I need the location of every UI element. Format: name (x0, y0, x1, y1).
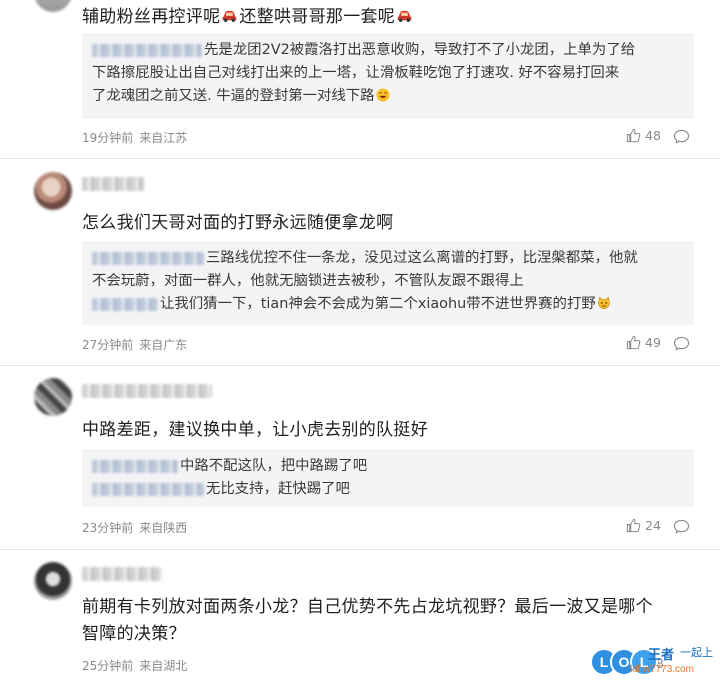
watermark-brand: 王者 (648, 647, 675, 662)
like-button[interactable]: 24 (626, 518, 661, 533)
reply-line: 无比支持，赶快踢了吧 (92, 478, 684, 501)
reply-username[interactable] (92, 482, 204, 496)
avatar[interactable] (34, 172, 72, 210)
reply-line: 了龙魂团之前又送. 牛逼的登封第一对线下路 (92, 85, 684, 108)
reply-line: 先是龙团2V2被霞洛打出恶意收购，导致打不了小龙团，上单为了给 (92, 39, 684, 62)
username[interactable] (82, 384, 212, 398)
reply-line: 不会玩蔚，对面一群人，他就无脑锁进去被秒，不管队友跟不跟得上 (92, 273, 524, 289)
reply-line: 下路擦屁股让出自己对线打出来的上一塔，让滑板鞋吃饱了打速攻. 好不容易打回来 (92, 65, 620, 81)
reply-box[interactable]: 中路不配这队，把中路踢了吧 无比支持，赶快踢了吧 (82, 449, 694, 507)
comment-text: 中路差距，建议换中单，让小虎去别的队挺好 (82, 420, 428, 440)
reply-line: 三路线优控不住一条龙，没见过这么离谱的打野，比涅槃都菜，他就 (92, 247, 684, 270)
avatar[interactable] (34, 562, 72, 600)
comment-location: 来自陕西 (139, 521, 188, 535)
comment-meta: 25分钟前 来自湖北 (82, 657, 193, 674)
divider (0, 549, 720, 550)
reply-username[interactable] (92, 251, 204, 265)
reply-line: 让我们猜一下，tian神会不会成为第二个xiaohu带不进世界赛的打野 (92, 293, 684, 316)
comment-location: 来自湖北 (139, 659, 188, 673)
laughing-emoji-icon (376, 88, 390, 102)
comment-time: 27分钟前 (82, 338, 134, 352)
thumbs-up-icon (626, 335, 641, 350)
like-count: 24 (645, 518, 661, 533)
comment-bubble-icon[interactable] (673, 519, 690, 534)
cat-emoji-icon (598, 296, 610, 309)
watermark-slogan: 一起上 (680, 647, 713, 659)
avatar[interactable] (34, 0, 72, 12)
car-emoji-icon (223, 10, 237, 22)
thumbs-up-icon (626, 518, 641, 533)
divider (0, 365, 720, 366)
reply-username[interactable] (92, 43, 202, 57)
comment-text: 怎么我们天哥对面的打野永远随便拿龙啊 (82, 213, 394, 233)
reply-username[interactable] (92, 459, 178, 473)
comment-bubble-icon[interactable] (673, 336, 690, 351)
like-count: 49 (645, 335, 661, 350)
username[interactable] (82, 177, 144, 191)
avatar[interactable] (34, 378, 72, 416)
thumbs-up-icon (626, 128, 641, 143)
comment-meta: 19分钟前 来自江苏 (82, 129, 193, 146)
comment-text: 辅助粉丝再控评呢 还整哄哥哥那一套呢 (82, 2, 414, 27)
username[interactable] (82, 567, 162, 581)
reply-line: 中路不配这队，把中路踢了吧 (92, 455, 684, 478)
reply-username[interactable] (92, 297, 158, 311)
watermark-domain: lol.w7773.com (630, 664, 694, 675)
comment-time: 23分钟前 (82, 521, 134, 535)
comment-location: 来自江苏 (139, 131, 188, 145)
car-emoji-icon (397, 10, 412, 22)
like-count: 48 (645, 128, 661, 143)
like-button[interactable]: 49 (626, 335, 661, 350)
like-button[interactable]: 48 (626, 128, 661, 143)
site-watermark: L O L 王者 一起上 lol.w7773.com (590, 640, 720, 682)
reply-box[interactable]: 先是龙团2V2被霞洛打出恶意收购，导致打不了小龙团，上单为了给 下路擦屁股让出自… (82, 33, 694, 119)
divider (0, 158, 720, 159)
comment-meta: 27分钟前 来自广东 (82, 336, 193, 353)
comment-meta: 23分钟前 来自陕西 (82, 519, 193, 536)
comment-location: 来自广东 (139, 338, 188, 352)
comment-time: 19分钟前 (82, 131, 134, 145)
reply-box[interactable]: 三路线优控不住一条龙，没见过这么离谱的打野，比涅槃都菜，他就 不会玩蔚，对面一群… (82, 241, 694, 325)
comment-bubble-icon[interactable] (673, 129, 690, 144)
comment-time: 25分钟前 (82, 659, 134, 673)
